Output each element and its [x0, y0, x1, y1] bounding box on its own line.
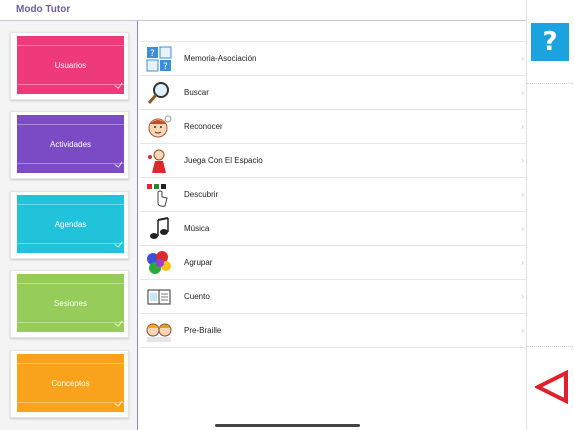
- chevron-right-icon: ›: [521, 122, 524, 131]
- conceptos-label: Conceptos: [51, 378, 90, 388]
- usuarios-card-face: Usuarios: [17, 36, 124, 94]
- check-icon: [114, 80, 123, 89]
- sesiones-label: Sesiones: [54, 298, 87, 308]
- item-label: Buscar: [184, 88, 209, 97]
- svg-text:?: ?: [163, 62, 168, 72]
- list-item-agrupar[interactable]: Agrupar ›: [140, 246, 526, 280]
- list-item-juega-espacio[interactable]: Juega Con El Espacio ›: [140, 144, 526, 178]
- item-label: Agrupar: [184, 258, 213, 267]
- usuarios-label: Usuarios: [54, 60, 87, 70]
- check-icon: [114, 239, 123, 248]
- chevron-right-icon: ›: [521, 292, 524, 301]
- check-icon: [114, 318, 123, 327]
- conceptos-card-face: Conceptos: [17, 354, 124, 412]
- home-indicator[interactable]: [215, 424, 360, 427]
- chevron-right-icon: ›: [521, 258, 524, 267]
- memory-icon: ? ?: [146, 46, 172, 72]
- item-label: Cuento: [184, 292, 210, 301]
- app-title: Modo Tutor: [16, 4, 71, 15]
- item-label: Música: [184, 224, 210, 233]
- chevron-right-icon: ›: [521, 326, 524, 335]
- agendas-card[interactable]: Agendas: [10, 191, 129, 259]
- music-notes-icon: [146, 216, 172, 242]
- magnifier-icon: [146, 80, 172, 106]
- divider: [527, 83, 574, 84]
- list-item-cuento[interactable]: Cuento ›: [140, 280, 526, 314]
- svg-text:?: ?: [150, 49, 155, 59]
- sesiones-card-face: Sesiones: [17, 274, 124, 332]
- list-item-pre-braille[interactable]: Pre-Braille ›: [140, 314, 526, 348]
- agendas-card-face: Agendas: [17, 195, 124, 253]
- item-label: Reconocer: [184, 122, 223, 131]
- right-toolbar: ?: [526, 0, 574, 430]
- chevron-right-icon: ›: [521, 190, 524, 199]
- book-icon: [146, 284, 172, 310]
- braille-faces-icon: [146, 318, 172, 344]
- color-blobs-icon: [146, 250, 172, 276]
- top-bar: Modo Tutor: [0, 0, 526, 21]
- sesiones-card[interactable]: Sesiones: [10, 270, 129, 338]
- list-item-reconocer[interactable]: Reconocer ›: [140, 110, 526, 144]
- item-label: Pre-Braille: [184, 326, 222, 335]
- check-icon: [114, 398, 123, 407]
- check-icon: [114, 159, 123, 168]
- list-item-buscar[interactable]: Buscar ›: [140, 76, 526, 110]
- list-item-musica[interactable]: Música ›: [140, 212, 526, 246]
- divider: [527, 346, 574, 347]
- actividades-label: Actividades: [50, 139, 91, 149]
- chevron-right-icon: ›: [521, 156, 524, 165]
- list-item-descubrir[interactable]: Descubrir ›: [140, 178, 526, 212]
- sidebar: Usuarios Actividades Agendas Sesiones Co…: [0, 21, 138, 430]
- item-label: Memoria-Asociación: [184, 54, 257, 63]
- activity-list: ? ? Memoria-Asociación › Buscar › Recono…: [140, 21, 526, 348]
- actividades-card-face: Actividades: [17, 115, 124, 173]
- conceptos-card[interactable]: Conceptos: [10, 350, 129, 418]
- list-header-spacer: [140, 21, 526, 42]
- face-icon: [146, 114, 172, 140]
- child-icon: [146, 148, 172, 174]
- agendas-label: Agendas: [54, 219, 87, 229]
- actividades-card[interactable]: Actividades: [10, 111, 129, 179]
- item-label: Descubrir: [184, 190, 219, 199]
- chevron-right-icon: ›: [521, 224, 524, 233]
- help-button[interactable]: ?: [531, 23, 569, 61]
- back-triangle-icon[interactable]: [535, 370, 569, 404]
- list-item-memoria[interactable]: ? ? Memoria-Asociación ›: [140, 42, 526, 76]
- usuarios-card[interactable]: Usuarios: [10, 32, 129, 100]
- hand-pointer-icon: [146, 182, 172, 208]
- chevron-right-icon: ›: [521, 54, 524, 63]
- item-label: Juega Con El Espacio: [184, 156, 263, 165]
- chevron-right-icon: ›: [521, 88, 524, 97]
